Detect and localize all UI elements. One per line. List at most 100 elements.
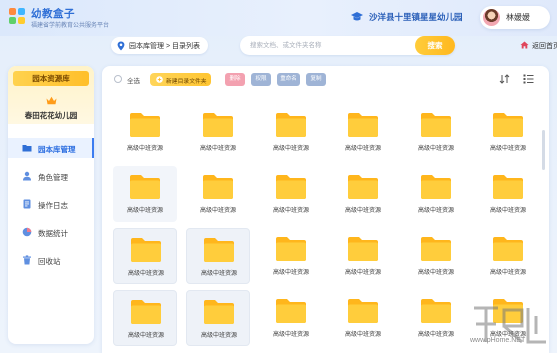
sidebar-item-logs[interactable]: 操作日志 (8, 194, 94, 214)
folder-label: 高级中班资源 (126, 208, 163, 214)
school-cap-icon (351, 12, 363, 21)
user-name: 林媛媛 (506, 13, 530, 22)
folder-item[interactable]: 高级中班资源 (113, 104, 177, 160)
folder-item[interactable]: 高级中班资源 (476, 228, 540, 284)
folder-icon (131, 300, 161, 324)
search-button[interactable]: 搜索 (415, 36, 455, 55)
folder-icon (348, 113, 378, 137)
app-logo-icon (9, 8, 25, 24)
sidebar-item-stats[interactable]: 数据统计 (8, 222, 94, 242)
permission-button[interactable]: 权限 (251, 73, 271, 86)
folder-item[interactable]: 高级中班资源 (476, 104, 540, 160)
app-title: 幼教盒子 (31, 8, 75, 20)
home-icon (520, 41, 529, 49)
scrollbar[interactable] (542, 130, 545, 170)
folder-label: 高级中班资源 (489, 270, 526, 276)
sidebar-header: 园本资源库 春田花花幼儿园 (8, 66, 94, 124)
folder-item[interactable]: 高级中班资源 (404, 166, 468, 222)
folder-item[interactable]: 高级中班资源 (259, 104, 323, 160)
sidebar-item-library[interactable]: 园本库管理 (8, 138, 94, 158)
select-all-checkbox[interactable] (114, 75, 122, 83)
folder-item[interactable]: 高级中班资源 (331, 290, 395, 346)
new-folder-label: 新建目录文件夹 (166, 79, 207, 85)
sidebar-item-recycle[interactable]: 回收站 (8, 250, 94, 270)
folder-icon (130, 175, 160, 199)
breadcrumb[interactable]: 园本库管理 > 目录列表 (111, 37, 208, 54)
log-icon (23, 199, 31, 209)
folder-icon (348, 237, 378, 261)
trash-icon (23, 255, 31, 265)
search-input[interactable] (250, 39, 400, 52)
folder-icon (204, 300, 234, 324)
breadcrumb-text: 园本库管理 > 目录列表 (129, 43, 200, 50)
top-header: 幼教盒子 福建省学前教育公共服务平台 沙洋县十里镇星星幼儿园 林媛媛 (0, 0, 557, 36)
folder-icon (203, 113, 233, 137)
folder-label: 高级中班资源 (417, 146, 454, 152)
new-folder-button[interactable]: 新建目录文件夹 (150, 73, 211, 86)
folder-item[interactable]: 高级中班资源 (259, 228, 323, 284)
folder-item[interactable]: 高级中班资源 (404, 290, 468, 346)
watermark-text: www.pHome.NET (470, 337, 526, 344)
folder-item[interactable]: 高级中班资源 (476, 166, 540, 222)
folder-icon (421, 113, 451, 137)
folder-label: 高级中班资源 (489, 146, 526, 152)
folder-icon (276, 299, 306, 323)
folder-label: 高级中班资源 (272, 208, 309, 214)
home-link[interactable]: 返回首页 (515, 38, 557, 53)
folder-item[interactable]: 高级中班资源 (186, 290, 250, 346)
folder-label: 高级中班资源 (344, 208, 381, 214)
folder-icon (276, 175, 306, 199)
folder-label: 高级中班资源 (199, 146, 236, 152)
folder-icon (130, 113, 160, 137)
folder-icon (421, 299, 451, 323)
folder-item[interactable]: 高级中班资源 (331, 104, 395, 160)
select-all-label: 全选 (127, 78, 140, 85)
folder-item[interactable]: 高级中班资源 (331, 228, 395, 284)
folder-label: 高级中班资源 (344, 146, 381, 152)
user-menu[interactable]: 林媛媛 (480, 6, 550, 29)
sidebar-item-label: 数据统计 (38, 229, 68, 238)
folder-label: 高级中班资源 (127, 333, 164, 339)
grid-view-icon[interactable] (523, 74, 534, 84)
folder-icon (421, 175, 451, 199)
folder-item[interactable]: 高级中班资源 (259, 290, 323, 346)
folder-label: 高级中班资源 (344, 332, 381, 338)
user-icon (23, 171, 31, 181)
folder-icon (348, 299, 378, 323)
sidebar: 园本资源库 春田花花幼儿园 园本库管理 角色管理 操作日志 数据统计 回收站 (8, 66, 94, 344)
copy-button[interactable]: 复制 (306, 73, 326, 86)
folder-item[interactable]: 高级中班资源 (113, 290, 177, 346)
rename-button[interactable]: 重命名 (277, 73, 300, 86)
folder-icon (276, 113, 306, 137)
folder-label: 高级中班资源 (272, 146, 309, 152)
folder-label: 高级中班资源 (272, 332, 309, 338)
folder-label: 高级中班资源 (344, 270, 381, 276)
avatar (483, 9, 500, 26)
folder-item[interactable]: 高级中班资源 (113, 166, 177, 222)
folder-icon (22, 145, 32, 152)
folder-label: 高级中班资源 (200, 333, 237, 339)
sort-icon[interactable] (499, 74, 510, 84)
folder-icon (203, 175, 233, 199)
folder-label: 高级中班资源 (126, 146, 163, 152)
folder-item[interactable]: 高级中班资源 (186, 228, 250, 284)
toolbar: 全选 新建目录文件夹 删除 权限 重命名 复制 (102, 66, 549, 92)
delete-button[interactable]: 删除 (225, 73, 245, 86)
folder-icon (204, 238, 234, 262)
folder-item[interactable]: 高级中班资源 (259, 166, 323, 222)
sidebar-item-label: 回收站 (38, 257, 61, 266)
folder-item[interactable]: 高级中班资源 (404, 104, 468, 160)
folder-item[interactable]: 高级中班资源 (186, 104, 250, 160)
sidebar-item-label: 操作日志 (38, 201, 68, 210)
folder-label: 高级中班资源 (272, 270, 309, 276)
folder-item[interactable]: 高级中班资源 (404, 228, 468, 284)
folder-icon (493, 113, 523, 137)
resource-library-badge: 园本资源库 (13, 71, 89, 86)
folder-item[interactable]: 高级中班资源 (113, 228, 177, 284)
folder-icon (348, 175, 378, 199)
folder-item[interactable]: 高级中班资源 (331, 166, 395, 222)
folder-item[interactable]: 高级中班资源 (186, 166, 250, 222)
sidebar-item-roles[interactable]: 角色管理 (8, 166, 94, 186)
folder-label: 高级中班资源 (417, 208, 454, 214)
school-name: 沙洋县十里镇星星幼儿园 (369, 12, 463, 22)
